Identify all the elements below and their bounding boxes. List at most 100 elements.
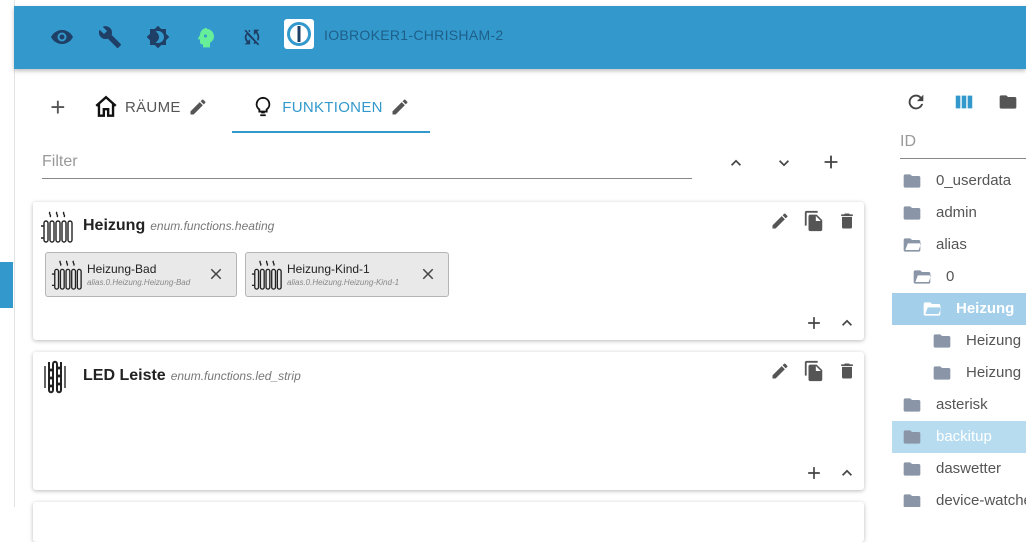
tree-item-label: Heizung	[966, 332, 1022, 349]
add-tab-label: +	[50, 91, 66, 122]
folder-icon	[903, 462, 921, 476]
folder-icon	[903, 430, 921, 444]
left-sidebar	[0, 0, 15, 507]
enum-title-text: LED Leiste	[83, 367, 166, 384]
tree-item[interactable]: alias	[892, 229, 1026, 261]
refresh-button[interactable]	[903, 89, 929, 115]
folder-icon	[903, 174, 921, 188]
id-filter-underline	[900, 158, 1026, 159]
folder-icon	[903, 206, 921, 220]
tab-rooms-label: RÄUME	[125, 98, 181, 116]
enum-title: Heizung enum.functions.heating	[83, 217, 274, 235]
add-member-button[interactable]	[802, 461, 826, 485]
copy-enum-button[interactable]	[801, 358, 827, 384]
trash-icon	[841, 363, 853, 379]
enum-title-text: Heizung	[83, 217, 146, 234]
eye-icon[interactable]	[48, 23, 76, 51]
copy-icon	[804, 210, 823, 232]
radiator-icon	[251, 259, 283, 291]
edit-rooms-icon[interactable]	[188, 97, 208, 117]
edit-functions-icon[interactable]	[390, 97, 410, 117]
copy-enum-button[interactable]	[801, 208, 827, 234]
enum-id: enum.functions.heating	[150, 219, 275, 233]
collapse-all-button[interactable]	[723, 150, 749, 176]
columns-view-button[interactable]	[951, 89, 977, 115]
member-name: Heizung-Kind-1	[287, 262, 370, 276]
tree-item[interactable]: 0	[892, 261, 1026, 293]
expand-all-button[interactable]	[771, 150, 797, 176]
left-sidebar-active-marker[interactable]	[0, 262, 13, 308]
collapse-card-button[interactable]	[835, 311, 859, 335]
wrench-icon[interactable]	[96, 23, 124, 51]
edit-icon	[772, 363, 788, 379]
tree-item[interactable]: device-watcher	[892, 485, 1026, 507]
copy-icon	[804, 360, 823, 382]
tree-item-label: admin	[936, 204, 977, 221]
add-member-button[interactable]	[802, 311, 826, 335]
tree-item-label: device-watcher	[936, 492, 1026, 507]
trash-icon	[841, 213, 853, 229]
id-column-header[interactable]: ID	[900, 133, 916, 151]
refresh-icon	[908, 94, 924, 110]
filter-input[interactable]	[42, 148, 692, 176]
filter-field	[42, 148, 692, 179]
folder-icon	[903, 494, 921, 507]
sync-disabled-icon[interactable]	[238, 23, 266, 51]
tree-item[interactable]: admin	[892, 197, 1026, 229]
add-tab-button[interactable]: +	[43, 82, 73, 132]
edit-enum-button[interactable]	[767, 208, 793, 234]
plus-icon	[808, 467, 820, 479]
top-app-bar: IOBROKER1-CHRISHAM-2	[14, 6, 1026, 69]
tree-item[interactable]: daswetter	[892, 453, 1026, 485]
delete-enum-button[interactable]	[834, 358, 860, 384]
edit-icon	[772, 213, 788, 229]
folder-icon	[903, 398, 921, 412]
tree-item-label: asterisk	[936, 396, 988, 413]
chevron-up-icon	[842, 469, 852, 476]
led-strip-icon	[41, 360, 73, 394]
enum-card-led-strip: LED Leiste enum.functions.led_strip	[33, 352, 864, 490]
folder-icon	[999, 95, 1017, 109]
enum-tabs: + RÄUME FUNKTIONEN	[33, 82, 878, 134]
member-chip[interactable]: Heizung-Kind-1 alias.0.Heizung.Heizung-K…	[245, 252, 449, 297]
tree-item[interactable]: Heizung	[892, 357, 1026, 389]
folder-open-icon	[913, 270, 932, 284]
collapse-card-button[interactable]	[835, 461, 859, 485]
close-icon	[210, 268, 222, 280]
enum-card-next	[33, 502, 864, 542]
radiator-icon	[41, 210, 73, 244]
tree-item[interactable]: backitup	[892, 421, 1026, 453]
tree-item[interactable]: 0_userdata	[892, 165, 1026, 197]
tree-item-label: alias	[936, 236, 967, 253]
close-icon	[422, 268, 434, 280]
view-columns-icon	[955, 95, 973, 109]
folder-icon	[933, 366, 951, 380]
tree-item[interactable]: asterisk	[892, 389, 1026, 421]
member-chip[interactable]: Heizung-Bad alias.0.Heizung.Heizung-Bad	[45, 252, 237, 297]
enum-id: enum.functions.led_strip	[170, 369, 301, 383]
edit-enum-button[interactable]	[767, 358, 793, 384]
expert-mode-icon[interactable]	[192, 23, 220, 51]
remove-member-button[interactable]	[204, 262, 228, 286]
hostname-label: IOBROKER1-CHRISHAM-2	[324, 27, 504, 43]
member-id: alias.0.Heizung.Heizung-Bad	[87, 278, 191, 287]
enum-title: LED Leiste enum.functions.led_strip	[83, 367, 301, 385]
plus-icon	[824, 155, 838, 169]
tab-functions[interactable]: FUNKTIONEN	[233, 82, 429, 132]
tree-item-label: Heizung	[966, 364, 1022, 381]
delete-enum-button[interactable]	[834, 208, 860, 234]
tree-item-label: daswetter	[936, 460, 1002, 477]
remove-member-button[interactable]	[416, 262, 440, 286]
folder-open-icon	[923, 302, 942, 316]
tab-rooms[interactable]: RÄUME	[93, 82, 213, 132]
tree-item[interactable]: Heizung	[892, 325, 1026, 357]
brightness-icon[interactable]	[144, 23, 172, 51]
tree-item[interactable]: Heizung	[892, 293, 1026, 325]
folder-open-icon	[903, 238, 922, 252]
tree-item-label: 0_userdata	[936, 172, 1012, 189]
tree-item-label: Heizung	[956, 300, 1015, 317]
add-enum-button[interactable]	[818, 149, 844, 175]
tree-item-label: backitup	[936, 428, 992, 445]
active-tab-indicator	[232, 131, 430, 133]
folder-view-button[interactable]	[995, 89, 1021, 115]
